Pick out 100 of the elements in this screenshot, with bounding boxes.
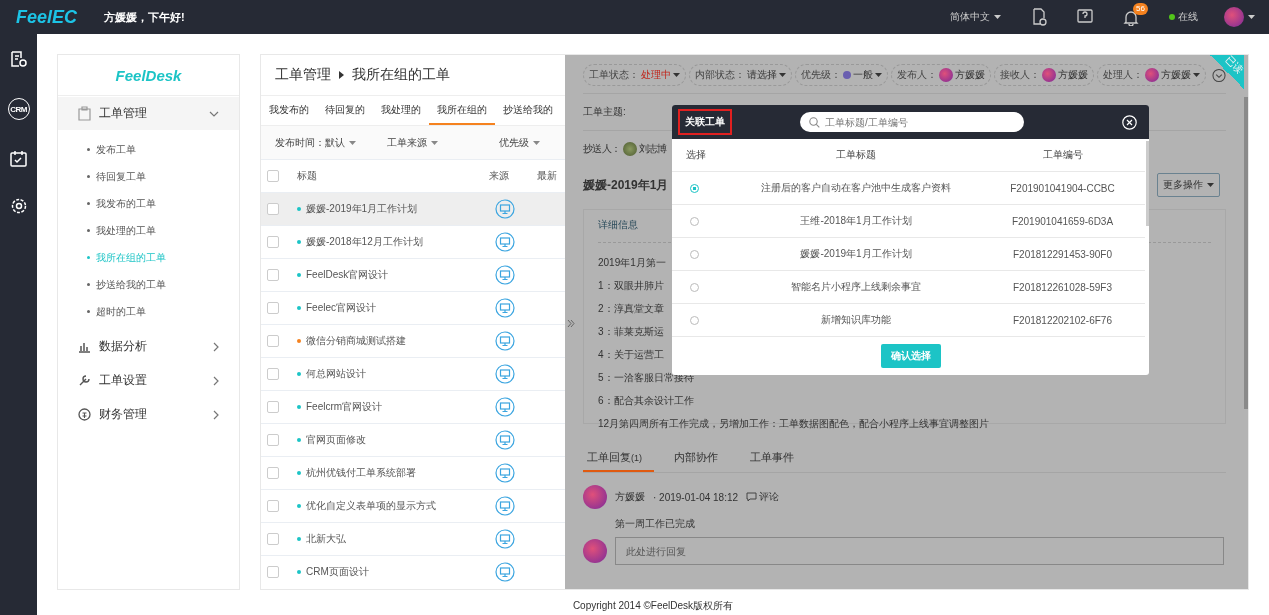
avatar xyxy=(939,68,953,82)
filter-dropdown[interactable]: 发布时间：默认 xyxy=(265,135,377,150)
monitor-icon xyxy=(495,232,515,252)
avatar xyxy=(583,485,607,509)
field-value: 方媛媛 xyxy=(1161,68,1191,82)
checkbox[interactable] xyxy=(267,335,279,347)
chevron-right-icon xyxy=(213,375,219,386)
menu-item[interactable]: 抄送给我的工单 xyxy=(58,271,239,298)
help-icon[interactable] xyxy=(1077,9,1093,25)
comment-icon[interactable] xyxy=(746,492,758,502)
ticket-title[interactable]: Feelec官网设计 xyxy=(306,301,376,315)
ticket-heading: 媛媛-2019年1月 xyxy=(583,176,669,194)
language-dropdown[interactable]: 简体中文 xyxy=(950,10,1001,24)
table-cell-text: 注册后的客户自动在客户池中生成客户资料 xyxy=(760,181,952,195)
filter-dropdown[interactable]: 工单来源 xyxy=(377,135,489,150)
menu-group[interactable]: 工单设置 xyxy=(58,364,239,397)
scrollbar[interactable] xyxy=(1146,141,1149,226)
online-status[interactable]: 在线 xyxy=(1169,10,1198,24)
column-header: 最新 xyxy=(536,169,558,183)
checkbox[interactable] xyxy=(267,500,279,512)
ticket-title[interactable]: 微信分销商城测试搭建 xyxy=(306,334,406,348)
settings-icon[interactable] xyxy=(9,197,28,215)
field-label: 工单状态： xyxy=(589,68,639,82)
tab[interactable]: 内部协作 xyxy=(670,444,730,472)
bar-chart-icon xyxy=(78,340,91,353)
ticket-title[interactable]: 媛媛-2019年1月工作计划 xyxy=(306,202,418,216)
field-label: 处理人： xyxy=(1103,68,1143,82)
calendar-icon[interactable] xyxy=(10,150,27,167)
more-actions-button[interactable]: 更多操作 xyxy=(1157,173,1220,197)
close-icon[interactable] xyxy=(1122,114,1137,130)
menu-group[interactable]: 财务管理 xyxy=(58,398,239,431)
tab[interactable]: 待回复的 xyxy=(317,96,373,125)
tab[interactable]: 工单回复(1) xyxy=(583,444,654,472)
menu-group[interactable]: 工单管理 xyxy=(58,97,239,130)
column-header: 工单编号 xyxy=(1041,148,1084,162)
caret-icon xyxy=(779,73,786,77)
ticket-title[interactable]: 官网页面修改 xyxy=(306,433,366,447)
checkbox[interactable] xyxy=(267,203,279,215)
scrollbar[interactable] xyxy=(1244,97,1248,409)
document-gear-icon[interactable] xyxy=(9,50,28,68)
detail-line: 12月第四周所有工作完成，另增加工作：工单数据图配色，配合小程序上线事宜调整图片 xyxy=(598,417,990,431)
ticket-title[interactable]: 优化自定义表单项的显示方式 xyxy=(306,499,436,513)
ticket-title[interactable]: 杭州优钱付工单系统部署 xyxy=(306,466,416,480)
table-cell-text: 智能名片小程序上线剩余事宜 xyxy=(790,280,922,294)
field-value: 处理中 xyxy=(641,68,671,82)
checkbox[interactable] xyxy=(267,236,279,248)
checkbox[interactable] xyxy=(267,467,279,479)
checkbox[interactable] xyxy=(267,302,279,314)
comment-link[interactable]: 评论 xyxy=(759,490,780,504)
reply-input[interactable]: 此处进行回复 xyxy=(615,537,1224,565)
breadcrumb-item: 我所在组的工单 xyxy=(352,66,450,84)
caret-icon xyxy=(673,73,680,77)
field-label: 优先级： xyxy=(801,68,841,82)
tab[interactable]: 我处理的 xyxy=(373,96,429,125)
monitor-icon xyxy=(495,430,515,450)
checkbox[interactable] xyxy=(267,170,279,182)
menu-item[interactable]: 待回复工单 xyxy=(58,163,239,190)
checkbox[interactable] xyxy=(267,368,279,380)
menu-item[interactable]: 我发布的工单 xyxy=(58,190,239,217)
breadcrumb-item[interactable]: 工单管理 xyxy=(275,66,331,84)
column-header: 选择 xyxy=(685,148,707,162)
table-row[interactable]: 媛媛-2019年1月工作计划 xyxy=(261,192,566,225)
checkbox[interactable] xyxy=(267,434,279,446)
ticket-title[interactable]: 何总网站设计 xyxy=(306,367,366,381)
field-label: 发布人： xyxy=(897,68,937,82)
ticket-title[interactable]: FeelDesk官网设计 xyxy=(306,268,389,282)
dialog-title: 关联工单 xyxy=(678,109,732,135)
tab[interactable]: 我发布的 xyxy=(261,96,317,125)
reply-author: 方媛媛 xyxy=(615,490,645,504)
caret-icon xyxy=(431,140,438,145)
checkbox[interactable] xyxy=(267,269,279,281)
tab[interactable]: 抄送给我的 xyxy=(495,96,561,125)
field-value: 方媛媛 xyxy=(955,68,985,82)
ticket-title[interactable]: Feelcrm官网设计 xyxy=(306,400,383,414)
checkbox[interactable] xyxy=(267,533,279,545)
greeting-text: 方媛媛，下午好! xyxy=(104,9,185,25)
menu-item[interactable]: 超时的工单 xyxy=(58,298,239,325)
ticket-title[interactable]: CRM页面设计 xyxy=(306,565,369,579)
menu-item[interactable]: 发布工单 xyxy=(58,136,239,163)
field-value: 请选择 xyxy=(747,68,777,82)
menu-group[interactable]: 数据分析 xyxy=(58,330,239,363)
checkbox[interactable] xyxy=(267,566,279,578)
table-cell-text: F201812291453-90F0 xyxy=(1012,248,1113,260)
chevron-down-circle-icon[interactable] xyxy=(1212,67,1226,83)
monitor-icon xyxy=(495,199,515,219)
tab[interactable]: 工单事件 xyxy=(746,444,806,472)
search-field[interactable]: 工单标题/工单编号 xyxy=(800,112,1024,132)
filter-dropdown[interactable]: 优先级 xyxy=(489,135,550,150)
ticket-title[interactable]: 媛媛-2018年12月工作计划 xyxy=(306,235,423,249)
ticket-title[interactable]: 北新大弘 xyxy=(306,532,346,546)
field-label: 接收人： xyxy=(1000,68,1040,82)
radio-button[interactable] xyxy=(690,184,699,194)
document-add-icon[interactable] xyxy=(1031,8,1047,26)
menu-item[interactable]: 我处理的工单 xyxy=(58,217,239,244)
caret-icon[interactable] xyxy=(1248,15,1255,19)
avatar[interactable] xyxy=(1224,7,1244,27)
clipboard-icon xyxy=(78,106,91,121)
checkbox[interactable] xyxy=(267,401,279,413)
monitor-icon xyxy=(495,298,515,318)
double-chevron-icon[interactable] xyxy=(567,319,575,328)
